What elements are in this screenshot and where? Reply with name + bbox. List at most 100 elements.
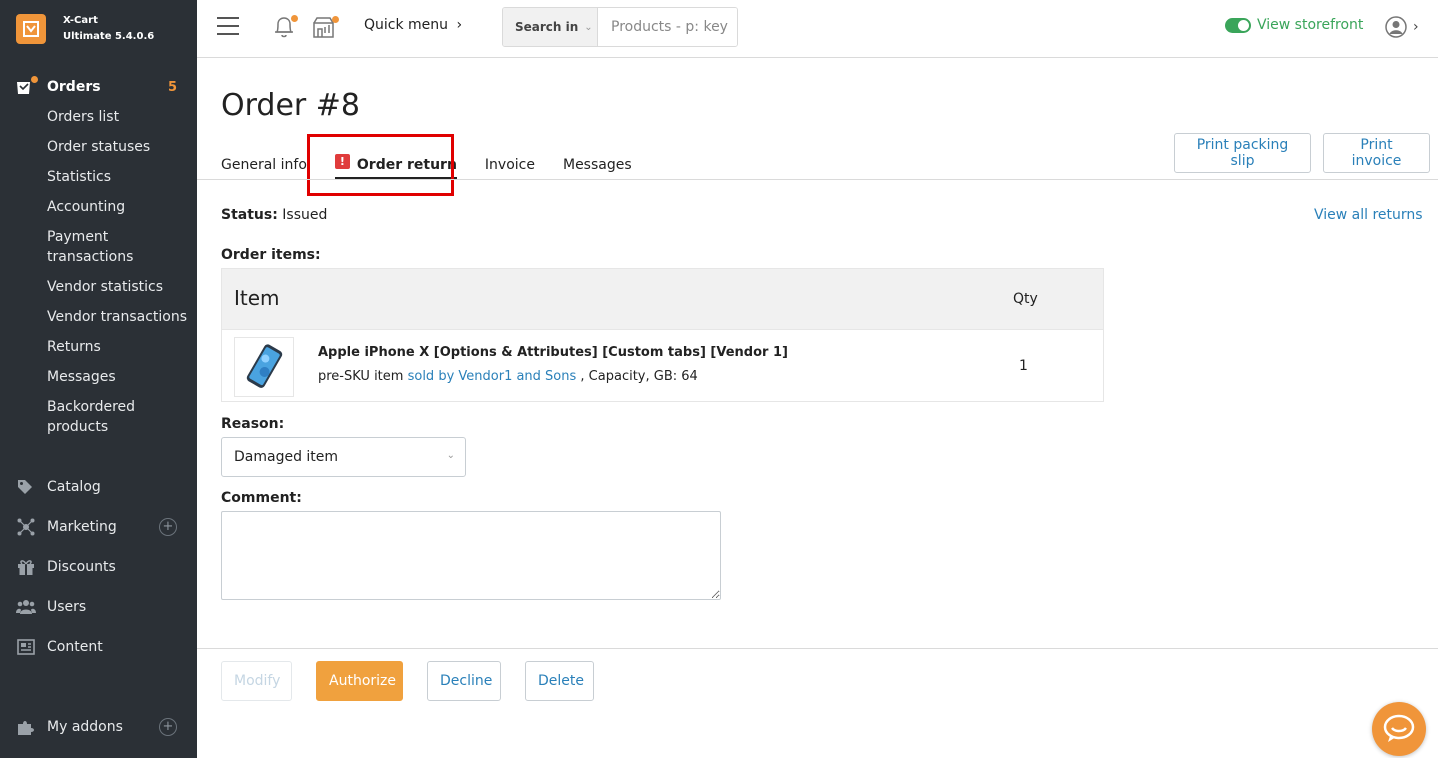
store-notify-dot — [332, 16, 339, 23]
chevron-down-icon: ⌄ — [446, 450, 455, 461]
view-storefront-label: View storefront — [1257, 17, 1364, 33]
tab-label: Messages — [562, 157, 632, 173]
sidebar-item-marketing[interactable]: Marketing + — [0, 512, 197, 542]
print-invoice-button[interactable]: Print invoice — [1323, 133, 1430, 173]
search-in-dropdown[interactable]: Search in ⌄ — [503, 8, 598, 46]
sidebar-item-order-statuses[interactable]: Order statuses — [0, 132, 197, 162]
print-packing-slip-button[interactable]: Print packing slip — [1174, 133, 1311, 173]
sidebar-item-label: My addons — [47, 719, 123, 735]
footer-divider — [197, 648, 1438, 649]
orders-icon — [16, 76, 38, 97]
sidebar-item-content[interactable]: Content — [0, 632, 197, 662]
xcart-logo-icon — [16, 14, 46, 44]
sidebar-item-payment-transactions[interactable]: Payment transactions — [0, 222, 197, 272]
sidebar-item-orders-list[interactable]: Orders list — [0, 102, 197, 132]
orders-submenu: Orders list Order statuses Statistics Ac… — [0, 102, 197, 442]
column-header-item: Item — [234, 286, 280, 310]
search-in-label: Search in — [515, 20, 579, 34]
sidebar-item-label: Users — [47, 599, 87, 615]
status-value: Issued — [282, 207, 328, 223]
tabs-divider — [197, 179, 1438, 180]
product-qty: 1 — [1019, 358, 1028, 374]
brand-name: X-Cart — [63, 15, 98, 26]
vendor-link[interactable]: sold by Vendor1 and Sons — [408, 369, 577, 384]
reason-value: Damaged item — [234, 449, 339, 465]
sidebar-item-my-addons[interactable]: My addons + — [0, 712, 197, 742]
nav-my-addons: My addons + — [0, 712, 197, 742]
quick-menu-button[interactable]: Quick menu › — [364, 17, 462, 33]
order-items-table: Item Qty Apple iPhone X [Options & Attri… — [221, 268, 1104, 402]
view-storefront-link[interactable]: View storefront — [1225, 17, 1363, 33]
delete-button[interactable]: Delete — [525, 661, 594, 701]
tab-label: General info — [221, 157, 307, 173]
gift-icon — [16, 557, 36, 577]
product-name[interactable]: Apple iPhone X [Options & Attributes] [C… — [318, 345, 788, 360]
store-dashboard-icon[interactable] — [313, 15, 339, 39]
table-header: Item Qty — [222, 269, 1103, 330]
search-input[interactable] — [598, 8, 737, 46]
content-icon — [16, 637, 36, 657]
comment-label: Comment: — [221, 490, 302, 506]
bell-notify-dot — [291, 15, 298, 22]
sidebar-item-vendor-transactions[interactable]: Vendor transactions — [0, 302, 197, 332]
highlight-annotation — [307, 134, 454, 196]
user-menu[interactable]: › — [1385, 16, 1419, 38]
sidebar: X-Cart Ultimate 5.4.0.6 Orders 5 Orders … — [0, 0, 197, 758]
tab-messages[interactable]: Messages — [563, 150, 632, 180]
product-meta: pre-SKU item sold by Vendor1 and Sons , … — [318, 369, 698, 384]
orders-notify-dot — [31, 76, 38, 83]
sidebar-item-users[interactable]: Users — [0, 592, 197, 622]
sidebar-item-vendor-statistics[interactable]: Vendor statistics — [0, 272, 197, 302]
tag-icon — [16, 477, 36, 497]
reason-select[interactable]: Damaged item ⌄ — [221, 437, 466, 477]
column-header-qty: Qty — [1013, 291, 1038, 307]
authorize-button[interactable]: Authorize — [316, 661, 403, 701]
tab-invoice[interactable]: Invoice — [485, 150, 535, 180]
addons-add-icon[interactable]: + — [159, 718, 177, 736]
sidebar-item-orders[interactable]: Orders 5 — [0, 72, 197, 102]
sidebar-item-returns[interactable]: Returns — [0, 332, 197, 362]
nav-users: Users — [0, 592, 197, 622]
comment-textarea[interactable] — [221, 511, 721, 600]
product-sku: pre-SKU item — [318, 369, 404, 384]
sidebar-item-catalog[interactable]: Catalog — [0, 472, 197, 502]
nav-content: Content — [0, 632, 197, 662]
users-icon — [16, 597, 36, 617]
search-bar: Search in ⌄ — [502, 7, 738, 47]
return-status: Status: Issued — [221, 207, 327, 223]
chevron-down-icon: ⌄ — [584, 21, 593, 33]
page-title: Order #8 — [221, 88, 361, 123]
nav-marketing: Marketing + — [0, 512, 197, 542]
sidebar-item-label: Marketing — [47, 519, 117, 535]
sidebar-item-label: Catalog — [47, 479, 101, 495]
sidebar-item-accounting[interactable]: Accounting — [0, 192, 197, 222]
status-label: Status: — [221, 207, 278, 223]
sidebar-item-statistics[interactable]: Statistics — [0, 162, 197, 192]
tab-general-info[interactable]: General info — [221, 150, 307, 180]
modify-button[interactable]: Modify — [221, 661, 292, 701]
order-items-label: Order items: — [221, 247, 321, 263]
network-icon — [16, 517, 36, 537]
nav-discounts: Discounts — [0, 552, 197, 582]
decline-button[interactable]: Decline — [427, 661, 501, 701]
sidebar-item-backordered-products[interactable]: Backordered products — [0, 392, 197, 442]
tab-label: Invoice — [484, 157, 535, 173]
sidebar-item-messages[interactable]: Messages — [0, 362, 197, 392]
puzzle-icon — [16, 717, 36, 737]
reason-label: Reason: — [221, 416, 285, 432]
bell-icon[interactable] — [273, 15, 298, 39]
product-thumbnail[interactable] — [234, 337, 294, 397]
storefront-toggle[interactable] — [1225, 17, 1251, 33]
hamburger-menu-icon[interactable] — [217, 17, 239, 37]
live-chat-button[interactable] — [1372, 702, 1426, 756]
sidebar-item-label: Orders — [47, 79, 101, 95]
user-avatar-icon — [1385, 16, 1407, 38]
chevron-right-icon: › — [456, 17, 463, 33]
view-all-returns-link[interactable]: View all returns — [1314, 207, 1423, 223]
sidebar-item-discounts[interactable]: Discounts — [0, 552, 197, 582]
phone-image-icon — [246, 344, 283, 388]
chat-icon — [1383, 714, 1415, 742]
marketing-add-icon[interactable]: + — [159, 518, 177, 536]
brand[interactable]: X-Cart Ultimate 5.4.0.6 — [0, 0, 197, 58]
brand-edition: Ultimate 5.4.0.6 — [63, 31, 155, 42]
